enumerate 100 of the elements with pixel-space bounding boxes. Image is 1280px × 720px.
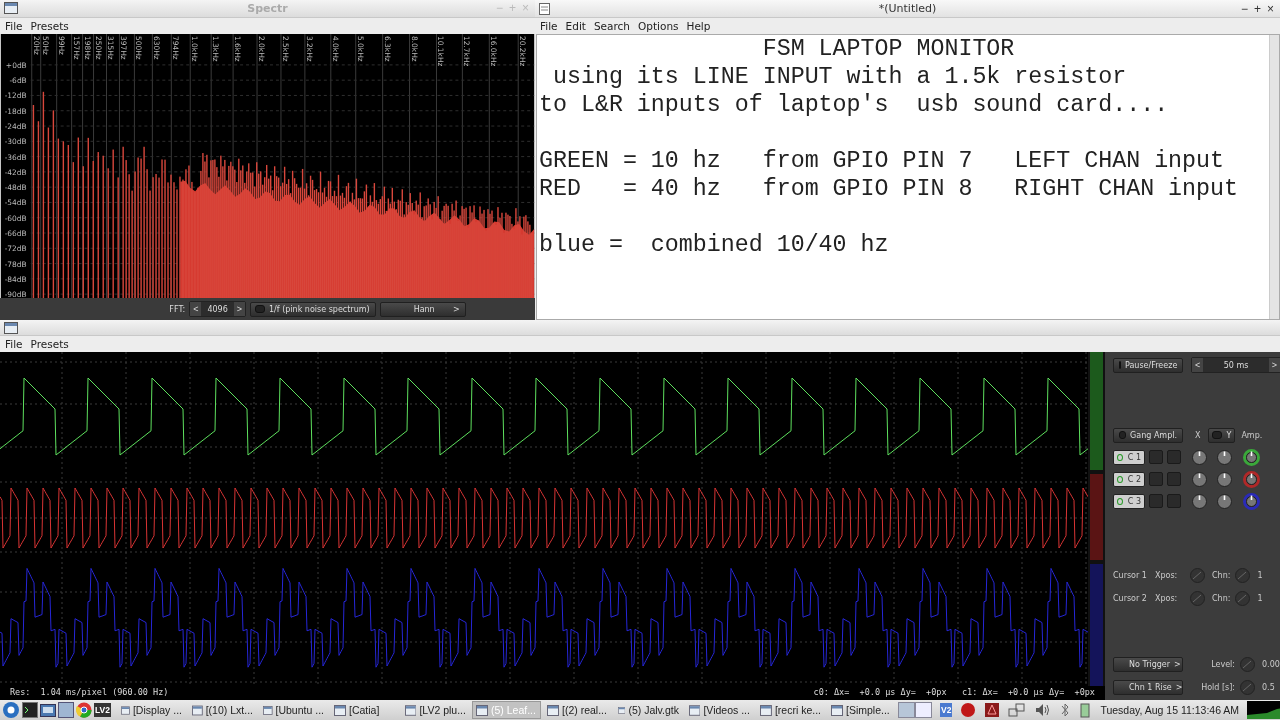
menu-item[interactable]: Presets: [28, 19, 71, 32]
toggle-button[interactable]: [1167, 494, 1181, 508]
text-area[interactable]: [536, 34, 1280, 320]
amp-label: Amp.: [1241, 430, 1263, 440]
toggle-button[interactable]: [1167, 472, 1181, 486]
cursor-label: Cursor 2: [1113, 593, 1148, 603]
window-control[interactable]: −: [1238, 1, 1250, 16]
amp-knob[interactable]: [1243, 448, 1260, 466]
menu-item[interactable]: Search: [591, 20, 632, 32]
bluetooth-icon[interactable]: [1060, 702, 1071, 718]
window-icon: [262, 704, 273, 716]
previous-button[interactable]: <: [190, 302, 202, 317]
cursor-readout: c0: Δx= +0.0 µs Δy= +0px c1: Δx= +0.0 µs Δy= +0px: [813, 687, 1095, 697]
level-value: 0.00: [1262, 659, 1280, 669]
scrollbar[interactable]: [1269, 35, 1279, 319]
channel-button[interactable]: C 2: [1113, 471, 1145, 487]
window-icon: [4, 321, 18, 334]
text-line: blue = combined 10/40 hz: [539, 231, 889, 259]
workspace-pager[interactable]: [897, 702, 932, 718]
menu-item[interactable]: Presets: [28, 338, 71, 350]
resolution-value: 1.04 ms/pixel (960.00 Hz): [40, 687, 169, 697]
taskbar-item[interactable]: [Display ...: [116, 701, 186, 719]
cpu-graph: [1247, 701, 1280, 719]
x-label: X: [1195, 430, 1201, 440]
fft-spinner[interactable]: < 4096 >: [189, 301, 246, 318]
channel-label: Chn:: [1212, 593, 1231, 603]
window-icon: [4, 2, 18, 15]
menu-item[interactable]: Edit: [563, 20, 588, 32]
window-title: *(Untitled): [878, 2, 937, 15]
window-control[interactable]: +: [1251, 1, 1263, 16]
window-title: Spectr: [247, 1, 288, 15]
toggle-button[interactable]: [1149, 450, 1163, 464]
previous-button[interactable]: <: [1192, 358, 1204, 372]
xpos-label: Xpos:: [1155, 570, 1179, 580]
taskbar-item[interactable]: (5) Jalv.gtk: [613, 701, 683, 719]
battery-icon[interactable]: [1078, 702, 1093, 718]
knob[interactable]: [1216, 492, 1233, 510]
toggle-button[interactable]: [1149, 494, 1163, 508]
start-menu-icon[interactable]: [2, 701, 20, 719]
toggle-button[interactable]: [1167, 450, 1181, 464]
knob[interactable]: [1216, 448, 1233, 466]
channel-button[interactable]: C 1: [1113, 449, 1145, 465]
edge-dropdown[interactable]: Chn 1 Rise >: [1113, 679, 1183, 695]
menu-item[interactable]: Help: [684, 20, 713, 32]
menu-item[interactable]: Options: [636, 20, 681, 32]
menu-item[interactable]: File: [3, 338, 25, 350]
app-logo[interactable]: LV2: [94, 703, 111, 717]
taskbar-item[interactable]: [Ubuntu ...: [258, 701, 328, 719]
channel-button[interactable]: C 3: [1113, 493, 1145, 509]
fft-size: 4096: [206, 304, 229, 314]
window-icon: [120, 704, 130, 716]
next-button[interactable]: >: [1268, 358, 1280, 372]
taskbar-item[interactable]: [Catia]: [329, 701, 399, 719]
knob[interactable]: [1191, 470, 1208, 488]
browser-icon[interactable]: [76, 702, 92, 718]
window-icon: [404, 704, 417, 716]
cursor-label: Cursor 1: [1113, 570, 1148, 580]
hold-label: Hold [s]:: [1200, 682, 1235, 692]
channel-label: Chn:: [1212, 570, 1231, 580]
desktop-icon[interactable]: [58, 702, 74, 718]
knob[interactable]: [1191, 448, 1208, 466]
timebase-spinner[interactable]: < 50 ms >: [1191, 357, 1280, 373]
file-manager-icon[interactable]: [40, 702, 56, 718]
amp-knob[interactable]: [1243, 492, 1260, 510]
taskbar-item[interactable]: [(10) Lxt...: [187, 701, 257, 719]
toggle-button[interactable]: [1149, 472, 1163, 486]
app-icon[interactable]: [984, 702, 1001, 718]
text-line: RED = 40 hz from GPIO PIN 8 RIGHT CHAN input: [539, 175, 1239, 203]
record-icon[interactable]: [960, 702, 977, 718]
y-toggle[interactable]: Y: [1208, 427, 1236, 443]
window-icon: [688, 704, 701, 716]
menu-item[interactable]: File: [3, 19, 25, 32]
network-icon[interactable]: [1008, 702, 1027, 718]
resolution-label: Res:: [10, 687, 31, 697]
next-button[interactable]: >: [233, 302, 245, 317]
app-logo[interactable]: V2: [939, 703, 953, 717]
hold-value: 0.5: [1262, 682, 1275, 692]
taskbar-item[interactable]: [LV2 plu...: [400, 701, 470, 719]
window-dropdown[interactable]: Hann >: [379, 301, 466, 317]
weighting-toggle[interactable]: 1/f (pink noise spectrum): [250, 301, 376, 317]
window-icon: [830, 704, 843, 716]
taskbar-item[interactable]: [Simple...: [826, 701, 896, 719]
terminal-icon[interactable]: [22, 702, 38, 718]
next-arrow: >: [1175, 682, 1183, 692]
taskbar-item[interactable]: [(2) real...: [542, 701, 612, 719]
taskbar-item[interactable]: [Videos ...: [684, 701, 754, 719]
gang-button[interactable]: Gang Ampl.: [1113, 427, 1183, 443]
text-line: to L&R inputs of laptop's usb sound card....: [539, 91, 1169, 119]
amp-knob[interactable]: [1243, 470, 1260, 488]
text-line: using its LINE INPUT with a 1.5k resistor: [551, 63, 1127, 91]
window-icon: [759, 704, 772, 716]
knob[interactable]: [1191, 492, 1208, 510]
trigger-dropdown[interactable]: No Trigger >: [1113, 656, 1183, 672]
pause-button[interactable]: Pause/Freeze: [1113, 357, 1183, 373]
clock[interactable]: Tuesday, Aug 15 11:13:46 AM: [1100, 704, 1240, 716]
knob[interactable]: [1216, 470, 1233, 488]
menu-item[interactable]: File: [538, 20, 560, 32]
window-control[interactable]: ×: [1265, 1, 1276, 16]
fft-label: FFT:: [169, 304, 186, 314]
taskbar-item[interactable]: [recri ke...: [755, 701, 825, 719]
